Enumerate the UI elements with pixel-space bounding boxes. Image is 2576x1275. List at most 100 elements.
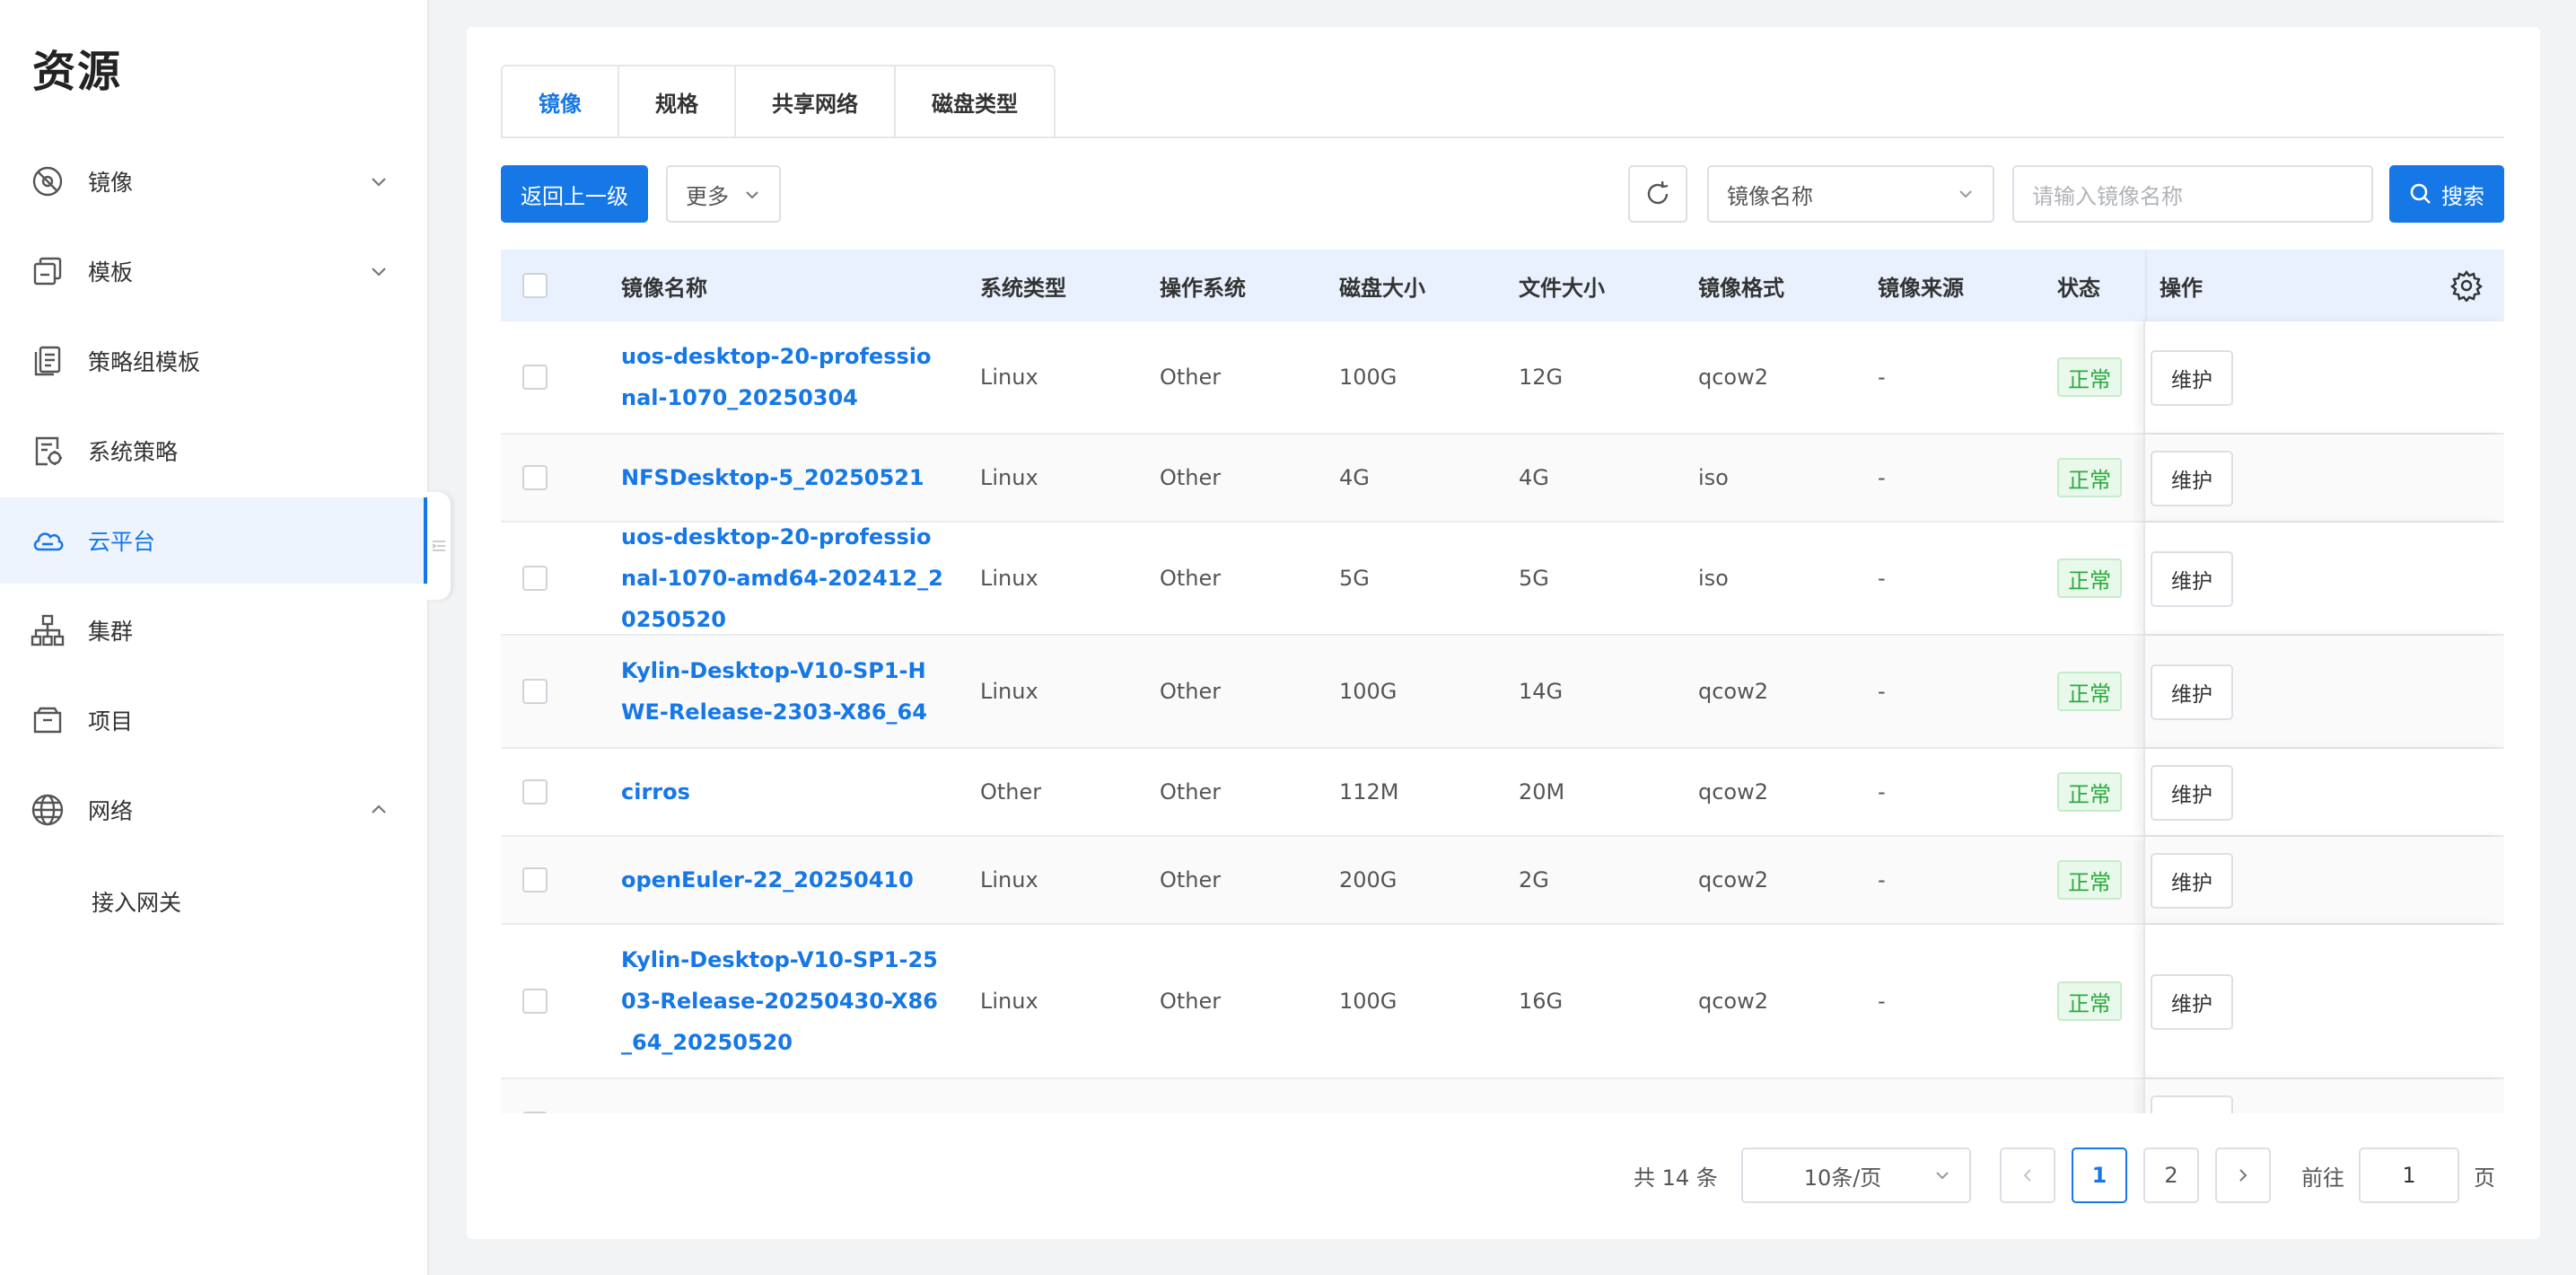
tab-bar: 镜像 规格 共享网络 磁盘类型 bbox=[501, 65, 1056, 138]
tab-image[interactable]: 镜像 bbox=[501, 65, 618, 138]
cell-image-source: - bbox=[1878, 679, 1886, 704]
maintain-button[interactable]: 维护 bbox=[2151, 974, 2233, 1030]
cell-system-type: Linux bbox=[980, 365, 1038, 390]
row-checkbox[interactable] bbox=[522, 749, 548, 835]
maintain-button-partial[interactable] bbox=[2151, 1095, 2233, 1113]
row-checkbox[interactable] bbox=[522, 837, 548, 923]
row-checkbox[interactable] bbox=[522, 925, 548, 1077]
maintain-button[interactable]: 维护 bbox=[2151, 664, 2233, 720]
row-checkbox[interactable] bbox=[522, 321, 548, 433]
col-status[interactable]: 状态 bbox=[2057, 250, 2100, 321]
policy-group-icon bbox=[31, 344, 65, 378]
sidebar-item-project[interactable]: 项目 bbox=[0, 677, 427, 763]
template-icon bbox=[31, 254, 65, 288]
search-icon bbox=[2410, 183, 2431, 204]
maintain-button[interactable]: 维护 bbox=[2151, 765, 2233, 821]
cell-disk-size: 100G bbox=[1339, 679, 1398, 704]
cell-file-size: 2G bbox=[1519, 867, 1549, 892]
cell-os: Other bbox=[1160, 779, 1222, 805]
refresh-icon bbox=[1647, 180, 1669, 205]
system-policy-icon bbox=[31, 434, 65, 468]
maintain-button[interactable]: 维护 bbox=[2151, 350, 2233, 406]
col-os[interactable]: 操作系统 bbox=[1160, 250, 1246, 321]
next-page-button[interactable] bbox=[2215, 1148, 2271, 1203]
cell-file-size: 14G bbox=[1519, 679, 1564, 704]
image-name-link[interactable]: Kylin-Desktop-V10-SP1-2503-Release-20250… bbox=[621, 925, 944, 1077]
table-row: Kylin-Desktop-V10-SP1-2503-Release-20250… bbox=[501, 925, 2504, 1079]
sidebar-collapse-handle[interactable] bbox=[427, 492, 451, 600]
table-row: openEuler-22_20250410 Linux Other 200G 2G qco… bbox=[501, 837, 2504, 925]
page-size-select[interactable]: 10条/页 bbox=[1741, 1148, 1971, 1203]
maintain-button[interactable]: 维护 bbox=[2151, 853, 2233, 909]
filter-field-select[interactable]: 镜像名称 bbox=[1707, 165, 1994, 223]
image-name-link[interactable]: uos-desktop-20-professional-1070-amd64-2… bbox=[621, 523, 944, 634]
maintain-button[interactable]: 维护 bbox=[2151, 551, 2233, 607]
sidebar-item-image[interactable]: 镜像 bbox=[0, 138, 427, 224]
col-file-size[interactable]: 文件大小 bbox=[1519, 250, 1605, 321]
sidebar-item-cluster[interactable]: 集群 bbox=[0, 587, 427, 673]
sidebar-item-system-policy[interactable]: 系统策略 bbox=[0, 408, 427, 494]
refresh-button[interactable] bbox=[1628, 165, 1687, 223]
col-image-source[interactable]: 镜像来源 bbox=[1878, 250, 1964, 321]
chevron-down-icon bbox=[746, 191, 758, 199]
project-icon bbox=[31, 703, 65, 737]
col-system-type[interactable]: 系统类型 bbox=[980, 250, 1066, 321]
goto-label: 前往 bbox=[2301, 1165, 2344, 1191]
col-image-format[interactable]: 镜像格式 bbox=[1698, 250, 1784, 321]
image-name-link[interactable]: openEuler-22_20250410 bbox=[621, 837, 944, 923]
goto-page-input[interactable]: 1 bbox=[2359, 1148, 2459, 1203]
cell-os: Other bbox=[1160, 989, 1222, 1014]
filter-field-value: 镜像名称 bbox=[1727, 183, 1813, 209]
sidebar-item-label: 项目 bbox=[88, 708, 134, 734]
cell-image-source: - bbox=[1878, 365, 1886, 390]
gear-icon[interactable] bbox=[2450, 269, 2483, 302]
page-button-1[interactable]: 1 bbox=[2072, 1148, 2127, 1203]
image-name-link[interactable]: cirros bbox=[621, 749, 944, 835]
row-checkbox[interactable] bbox=[522, 435, 548, 521]
select-all-checkbox[interactable] bbox=[522, 250, 548, 321]
col-disk-size[interactable]: 磁盘大小 bbox=[1339, 250, 1425, 321]
table-row: Kylin-Desktop-V10-SP1-HWE-Release-2303-X… bbox=[501, 636, 2504, 749]
chevron-down-icon bbox=[1959, 190, 1972, 198]
row-checkbox[interactable] bbox=[522, 1079, 548, 1113]
chevron-down-icon bbox=[372, 268, 386, 277]
table-row: NFSDesktop-5_20250521 Linux Other 4G 4G iso - 正… bbox=[501, 435, 2504, 523]
cell-os: Other bbox=[1160, 365, 1222, 390]
cloud-icon bbox=[31, 523, 65, 558]
search-button[interactable]: 搜索 bbox=[2389, 165, 2504, 223]
status-cell: 正常 bbox=[2057, 435, 2122, 521]
row-checkbox[interactable] bbox=[522, 636, 548, 747]
sidebar-item-policy-group-template[interactable]: 策略组模板 bbox=[0, 318, 427, 404]
status-cell: 正常 bbox=[2057, 837, 2122, 923]
row-checkbox[interactable] bbox=[522, 523, 548, 634]
more-dropdown[interactable]: 更多 bbox=[666, 165, 781, 223]
status-cell: 正常 bbox=[2057, 749, 2122, 835]
search-input[interactable]: 请输入镜像名称 bbox=[2012, 165, 2373, 223]
tab-flavor[interactable]: 规格 bbox=[618, 65, 734, 138]
image-disc-icon bbox=[31, 164, 65, 198]
tab-disk-type[interactable]: 磁盘类型 bbox=[894, 65, 1056, 138]
cell-system-type: Linux bbox=[980, 867, 1038, 892]
back-button[interactable]: 返回上一级 bbox=[501, 165, 648, 223]
sidebar-item-network[interactable]: 网络 bbox=[0, 767, 427, 853]
prev-page-button[interactable] bbox=[2000, 1148, 2055, 1203]
sidebar-item-label: 系统策略 bbox=[88, 439, 179, 465]
tab-shared-network[interactable]: 共享网络 bbox=[734, 65, 894, 138]
page-button-2[interactable]: 2 bbox=[2143, 1148, 2199, 1203]
sidebar-item-cloud-platform[interactable]: 云平台 bbox=[0, 497, 427, 584]
status-badge: 正常 bbox=[2057, 860, 2122, 900]
maintain-button[interactable]: 维护 bbox=[2151, 451, 2233, 506]
cell-os: Other bbox=[1160, 679, 1222, 704]
sidebar-item-template[interactable]: 模板 bbox=[0, 228, 427, 314]
cell-image-format: qcow2 bbox=[1698, 365, 1769, 390]
sidebar-title: 资源 bbox=[32, 47, 123, 97]
sidebar-subitem-access-gateway[interactable]: 接入网关 bbox=[92, 885, 181, 918]
status-badge: 正常 bbox=[2057, 672, 2122, 711]
chevron-up-icon bbox=[372, 805, 386, 813]
image-name-link[interactable]: Kylin-Desktop-V10-SP1-HWE-Release-2303-X… bbox=[621, 636, 944, 747]
cell-image-source: - bbox=[1878, 779, 1886, 805]
image-name-link[interactable]: NFSDesktop-5_20250521 bbox=[621, 435, 944, 521]
chevron-right-icon bbox=[2239, 1169, 2247, 1182]
col-image-name[interactable]: 镜像名称 bbox=[621, 250, 707, 321]
image-name-link[interactable]: uos-desktop-20-professional-1070_2025030… bbox=[621, 321, 944, 433]
